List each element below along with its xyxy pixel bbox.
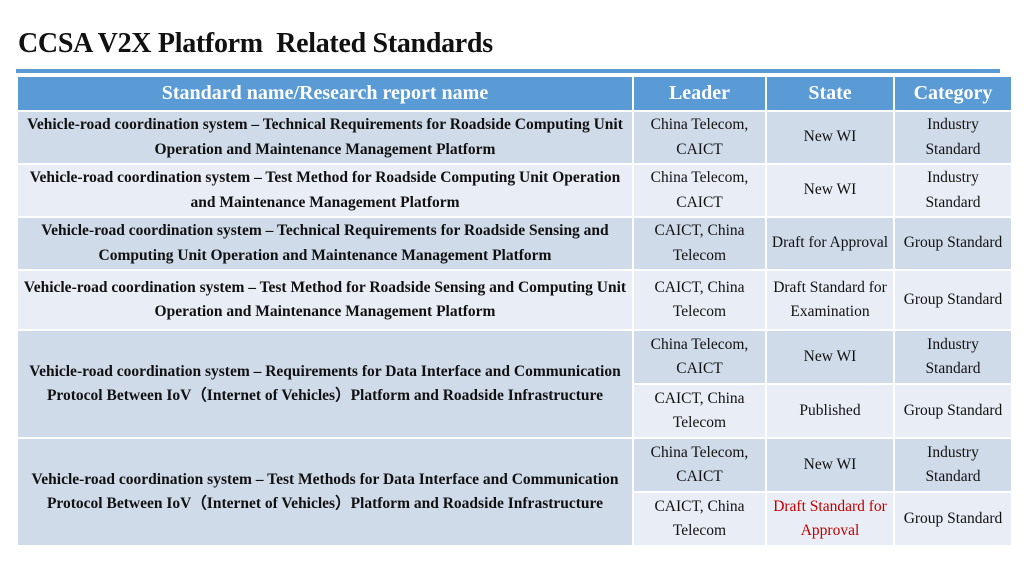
state-cell: Draft for Approval [765, 216, 895, 271]
category-cell: Industry Standard [893, 329, 1013, 385]
page-title: CCSA V2X Platform Related Standards [18, 28, 493, 59]
leader-cell: CAICT, China Telecom [632, 216, 767, 271]
category-cell: Industry Standard [893, 437, 1013, 493]
header-leader: Leader [632, 77, 767, 112]
category-cell: Group Standard [893, 216, 1013, 271]
table-row: Vehicle-road coordination system – Test … [16, 163, 1013, 218]
header-state: State [765, 77, 895, 112]
category-cell: Group Standard [893, 269, 1013, 331]
table-row: Vehicle-road coordination system – Techn… [16, 110, 1013, 165]
table-row: Vehicle-road coordination system – Test … [16, 437, 1013, 547]
state-cell: New WI [765, 437, 895, 493]
standards-table: Standard name/Research report name Leade… [16, 77, 1013, 547]
leader-cell: China Telecom, CAICT [632, 437, 767, 493]
category-cell: Group Standard [893, 383, 1013, 439]
category-cell: Group Standard [893, 491, 1013, 547]
standard-name-cell: Vehicle-road coordination system – Techn… [16, 110, 634, 165]
header-standard-name: Standard name/Research report name [16, 77, 634, 112]
standard-name-cell: Vehicle-road coordination system – Test … [16, 437, 634, 547]
state-cell: Published [765, 383, 895, 439]
leader-cell: China Telecom, CAICT [632, 110, 767, 165]
standard-name-cell: Vehicle-road coordination system – Test … [16, 163, 634, 218]
state-cell: New WI [765, 110, 895, 165]
leader-cell: China Telecom, CAICT [632, 163, 767, 218]
state-cell-highlighted: Draft Standard for Approval [765, 491, 895, 547]
table-row: Vehicle-road coordination system – Techn… [16, 216, 1013, 271]
category-cell: Industry Standard [893, 163, 1013, 218]
leader-cell: CAICT, China Telecom [632, 269, 767, 331]
state-cell: New WI [765, 329, 895, 385]
state-cell: Draft Standard for Examination [765, 269, 895, 331]
leader-cell: China Telecom, CAICT [632, 329, 767, 385]
header-category: Category [893, 77, 1013, 112]
leader-cell: CAICT, China Telecom [632, 491, 767, 547]
standard-name-cell: Vehicle-road coordination system – Test … [16, 269, 634, 331]
category-cell: Industry Standard [893, 110, 1013, 165]
leader-cell: CAICT, China Telecom [632, 383, 767, 439]
table-row: Vehicle-road coordination system – Requi… [16, 329, 1013, 439]
standard-name-cell: Vehicle-road coordination system – Requi… [16, 329, 634, 439]
standard-name-cell: Vehicle-road coordination system – Techn… [16, 216, 634, 271]
state-cell: New WI [765, 163, 895, 218]
title-divider [16, 69, 1000, 73]
table-row: Vehicle-road coordination system – Test … [16, 269, 1013, 331]
table-header-row: Standard name/Research report name Leade… [16, 77, 1013, 112]
